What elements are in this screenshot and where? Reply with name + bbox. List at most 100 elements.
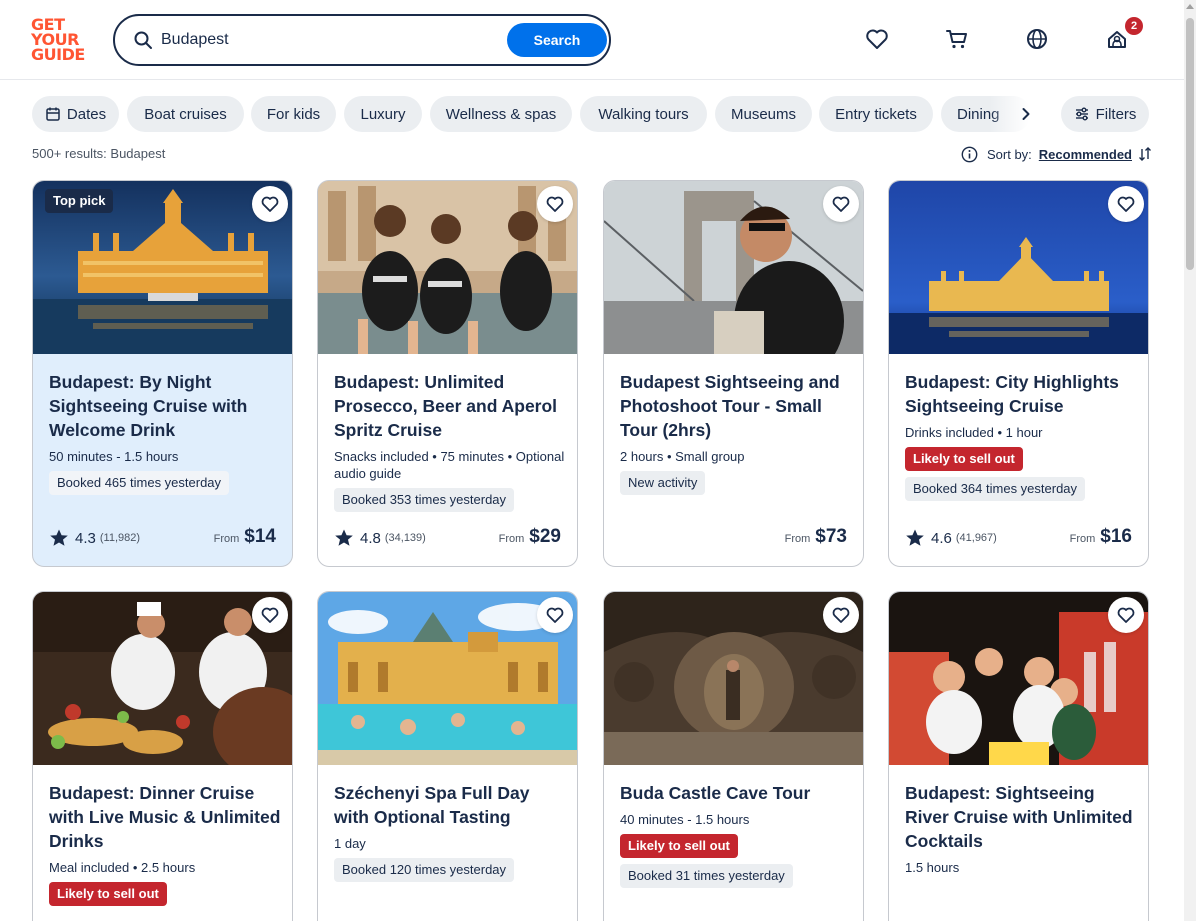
booked-badge: Booked 120 times yesterday — [334, 858, 515, 882]
activity-meta: 1 day — [334, 836, 366, 851]
heart-icon — [832, 196, 850, 212]
activity-details: Budapest Sightseeing and Photoshoot Tour… — [620, 370, 852, 495]
activity-image — [889, 592, 1148, 765]
activity-rating: 4.3 (11,982) — [49, 528, 140, 548]
star-icon — [50, 529, 68, 546]
activity-footer: 4.6 (41,967) From $16 — [905, 526, 1132, 550]
search-bar: Search — [113, 14, 611, 66]
activity-title[interactable]: Budapest: City Highlights Sightseeing Cr… — [905, 370, 1137, 418]
heart-icon — [832, 607, 850, 623]
cart-icon[interactable] — [944, 26, 970, 52]
wishlist-button[interactable] — [537, 597, 573, 633]
heart-icon — [1117, 196, 1135, 212]
sort-value[interactable]: Recommended — [1039, 147, 1132, 162]
activity-card[interactable]: Buda Castle Cave Tour 40 minutes - 1.5 h… — [603, 591, 864, 921]
wishlist-button[interactable] — [252, 597, 288, 633]
chevron-right-icon — [1022, 108, 1030, 120]
activity-footer: 4.8 (34,139) From $29 — [334, 526, 561, 550]
activity-card[interactable]: Széchenyi Spa Full Day with Optional Tas… — [317, 591, 578, 921]
sort-arrows-icon[interactable] — [1137, 146, 1153, 162]
activity-rating: 4.6 (41,967) — [905, 528, 997, 548]
activity-image — [33, 592, 292, 765]
heart-icon — [261, 196, 279, 212]
search-button[interactable]: Search — [507, 23, 607, 57]
sort-control[interactable]: Sort by: Recommended — [956, 144, 1153, 164]
activity-details: Széchenyi Spa Full Day with Optional Tas… — [334, 781, 566, 882]
activity-meta: Meal included • 2.5 hours — [49, 860, 196, 875]
search-input[interactable] — [161, 28, 501, 52]
activity-title[interactable]: Budapest: Unlimited Prosecco, Beer and A… — [334, 370, 566, 442]
activity-title[interactable]: Budapest: Dinner Cruise with Live Music … — [49, 781, 281, 853]
activity-card[interactable]: Budapest: Dinner Cruise with Live Music … — [32, 591, 293, 921]
heart-icon[interactable] — [864, 26, 890, 52]
activity-meta: Drinks included • 1 hour — [905, 425, 1043, 440]
search-icon — [134, 31, 152, 49]
activity-details: Budapest: Unlimited Prosecco, Beer and A… — [334, 370, 566, 512]
activity-title[interactable]: Széchenyi Spa Full Day with Optional Tas… — [334, 781, 566, 829]
wishlist-button[interactable] — [537, 186, 573, 222]
star-icon — [906, 529, 924, 546]
star-icon — [335, 529, 353, 546]
activity-card[interactable]: Budapest: City Highlights Sightseeing Cr… — [888, 180, 1149, 567]
activity-card[interactable]: Budapest: Unlimited Prosecco, Beer and A… — [317, 180, 578, 567]
activity-details: Budapest: Dinner Cruise with Live Music … — [49, 781, 281, 906]
sliders-icon — [1075, 107, 1088, 121]
chip-museums[interactable]: Museums — [715, 96, 812, 132]
activity-title[interactable]: Budapest: Sightseeing River Cruise with … — [905, 781, 1137, 853]
activity-price: From $29 — [498, 526, 561, 547]
wishlist-button[interactable] — [1108, 597, 1144, 633]
activity-footer: 4.3 (11,982) From $14 — [49, 526, 276, 550]
chip-for-kids[interactable]: For kids — [251, 96, 336, 132]
new-activity-badge: New activity — [620, 471, 706, 495]
top-pick-badge: Top pick — [45, 189, 114, 213]
calendar-icon — [46, 107, 60, 121]
chips-scroll-right-button[interactable] — [1013, 101, 1039, 127]
activity-image — [318, 592, 577, 765]
sort-label: Sort by: — [987, 146, 1032, 162]
globe-icon[interactable] — [1024, 26, 1050, 52]
wishlist-button[interactable] — [823, 186, 859, 222]
activity-title[interactable]: Budapest Sightseeing and Photoshoot Tour… — [620, 370, 852, 442]
activity-price: From $73 — [784, 526, 847, 547]
activity-footer: From $73 — [620, 526, 847, 550]
activity-card[interactable]: Top pick Budapest: By Night Sightseeing … — [32, 180, 293, 567]
likely-to-sell-out-badge: Likely to sell out — [620, 834, 738, 858]
activity-image: Top pick — [33, 181, 292, 354]
activity-image — [889, 181, 1148, 354]
chip-luxury[interactable]: Luxury — [344, 96, 422, 132]
activity-meta: 2 hours • Small group — [620, 449, 745, 464]
likely-to-sell-out-badge: Likely to sell out — [49, 882, 167, 906]
activity-card[interactable]: Budapest Sightseeing and Photoshoot Tour… — [603, 180, 864, 567]
activity-meta: 40 minutes - 1.5 hours — [620, 812, 750, 827]
chip-walking-tours[interactable]: Walking tours — [580, 96, 707, 132]
chip-wellness-spas[interactable]: Wellness & spas — [430, 96, 572, 132]
wishlist-button[interactable] — [823, 597, 859, 633]
activity-details: Budapest: City Highlights Sightseeing Cr… — [905, 370, 1137, 501]
results-count: 500+ results: Budapest — [32, 146, 166, 161]
activity-card[interactable]: Budapest: Sightseeing River Cruise with … — [888, 591, 1149, 921]
booked-badge: Booked 364 times yesterday — [905, 477, 1086, 501]
wishlist-button[interactable] — [1108, 186, 1144, 222]
heart-icon — [261, 607, 279, 623]
filters-button[interactable]: Filters — [1061, 96, 1149, 132]
activity-meta: 50 minutes - 1.5 hours — [49, 449, 179, 464]
activity-rating: 4.8 (34,139) — [334, 528, 426, 548]
wishlist-button[interactable] — [252, 186, 288, 222]
site-header: GET YOUR GUIDE Search 2 — [0, 0, 1184, 80]
activity-image — [604, 181, 863, 354]
info-icon[interactable] — [961, 146, 978, 163]
page-scrollbar[interactable] — [1184, 0, 1196, 921]
chip-boat-cruises[interactable]: Boat cruises — [127, 96, 244, 132]
scroll-up-arrow-icon[interactable] — [1186, 4, 1194, 9]
activity-title[interactable]: Buda Castle Cave Tour — [620, 781, 852, 805]
activity-details: Budapest: Sightseeing River Cruise with … — [905, 781, 1137, 876]
activity-title[interactable]: Budapest: By Night Sightseeing Cruise wi… — [49, 370, 281, 442]
heart-icon — [546, 607, 564, 623]
activity-meta: Snacks included • 75 minutes • Optional … — [334, 449, 565, 481]
chip-dates[interactable]: Dates — [32, 96, 119, 132]
activity-meta: 1.5 hours — [905, 860, 960, 875]
getyourguide-logo[interactable]: GET YOUR GUIDE — [31, 17, 91, 63]
booked-badge: Booked 31 times yesterday — [620, 864, 793, 888]
chip-entry-tickets[interactable]: Entry tickets — [819, 96, 933, 132]
scroll-thumb[interactable] — [1186, 18, 1194, 270]
